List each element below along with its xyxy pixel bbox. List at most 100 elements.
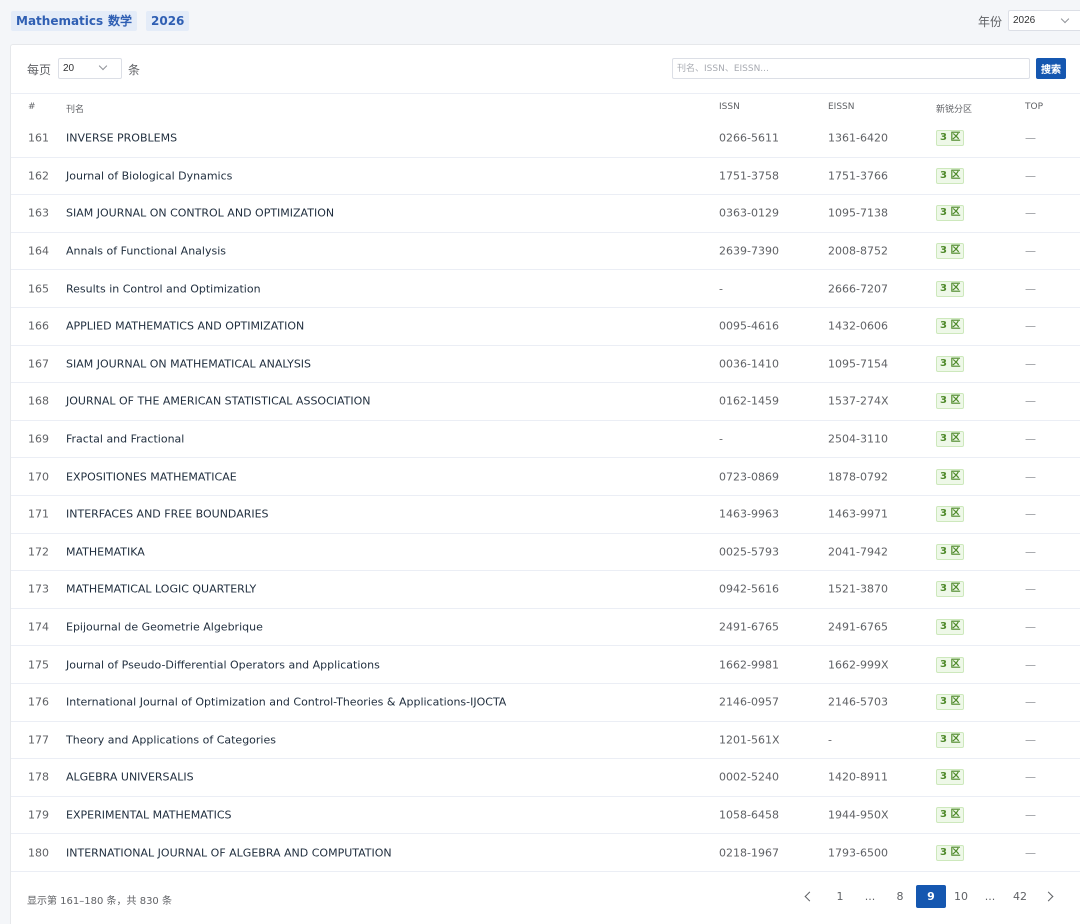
zone-badge: 3 区 xyxy=(936,543,965,560)
journal-name-link[interactable]: SIAM JOURNAL ON CONTROL AND OPTIMIZATION xyxy=(66,207,334,220)
page-button[interactable]: 42 xyxy=(1007,885,1033,908)
top-cell: — xyxy=(1025,846,1036,860)
prev-page-button[interactable] xyxy=(800,885,822,908)
journal-name-link[interactable]: INTERFACES AND FREE BOUNDARIES xyxy=(66,508,269,521)
zone-badge: 3 区 xyxy=(936,694,965,711)
row-index: 167 xyxy=(28,357,49,371)
table-row[interactable]: 169 Fractal and Fractional - 2504-3110 3 区 — xyxy=(11,421,1080,459)
per-page-label: 每页 xyxy=(27,63,52,77)
journal-name-link[interactable]: ALGEBRA UNIVERSALIS xyxy=(66,771,194,784)
top-cell: — xyxy=(1025,357,1036,371)
issn-cell: 0025-5793 xyxy=(719,545,779,559)
journal-name-link[interactable]: International Journal of Optimization an… xyxy=(66,696,506,709)
table-row[interactable]: 170 EXPOSITIONES MATHEMATICAE 0723-0869 187… xyxy=(11,458,1080,496)
next-page-button[interactable] xyxy=(1041,885,1063,908)
journal-name-link[interactable]: SIAM JOURNAL ON MATHEMATICAL ANALYSIS xyxy=(66,357,311,370)
issn-cell: 0266-5611 xyxy=(719,131,779,145)
table-row[interactable]: 174 Epijournal de Geometrie Algebrique 249… xyxy=(11,609,1080,647)
zone-badge: 3 区 xyxy=(936,167,965,184)
issn-cell: 1058-6458 xyxy=(719,808,779,822)
journal-name-link[interactable]: INTERNATIONAL JOURNAL OF ALGEBRA AND COM… xyxy=(66,846,392,859)
column-header-eissn[interactable]: EISSN xyxy=(828,102,855,112)
top-cell: — xyxy=(1025,545,1036,559)
table-row[interactable]: 179 EXPERIMENTAL MATHEMATICS 1058-6458 1944… xyxy=(11,797,1080,835)
table-row[interactable]: 165 Results in Control and Optimization - 2… xyxy=(11,270,1080,308)
table-row[interactable]: 171 INTERFACES AND FREE BOUNDARIES 1463-99… xyxy=(11,496,1080,534)
page-button-current[interactable]: 9 xyxy=(916,885,946,908)
journal-name-link[interactable]: JOURNAL OF THE AMERICAN STATISTICAL ASSO… xyxy=(66,395,371,408)
zone-badge: 3 区 xyxy=(936,130,965,147)
table-row[interactable]: 166 APPLIED MATHEMATICS AND OPTIMIZATION 0… xyxy=(11,308,1080,346)
table-row[interactable]: 173 MATHEMATICAL LOGIC QUARTERLY 0942-5616… xyxy=(11,571,1080,609)
table-row[interactable]: 177 Theory and Applications of Categories… xyxy=(11,722,1080,760)
row-index: 177 xyxy=(28,733,49,747)
issn-cell: 0723-0869 xyxy=(719,470,779,484)
page-button[interactable]: 8 xyxy=(889,885,911,908)
table-row[interactable]: 172 MATHEMATIKA 0025-5793 2041-7942 3 区 — xyxy=(11,534,1080,572)
top-cell: — xyxy=(1025,620,1036,634)
issn-cell: 2146-0957 xyxy=(719,695,779,709)
table-row[interactable]: 168 JOURNAL OF THE AMERICAN STATISTICAL A… xyxy=(11,383,1080,421)
journal-name-link[interactable]: MATHEMATICAL LOGIC QUARTERLY xyxy=(66,583,256,596)
column-header-top[interactable]: TOP xyxy=(1025,102,1043,112)
page-ellipsis[interactable]: ... xyxy=(979,885,1001,908)
top-cell: — xyxy=(1025,770,1036,784)
journal-name-link[interactable]: MATHEMATIKA xyxy=(66,545,145,558)
table-row[interactable]: 162 Journal of Biological Dynamics 1751-37… xyxy=(11,158,1080,196)
row-index: 175 xyxy=(28,658,49,672)
journal-name-link[interactable]: Fractal and Fractional xyxy=(66,433,184,446)
eissn-cell: 1878-0792 xyxy=(828,470,888,484)
table-row[interactable]: 161 INVERSE PROBLEMS 0266-5611 1361-6420 3 区… xyxy=(11,120,1080,158)
zone-badge: 3 区 xyxy=(936,280,965,297)
subject-cn-tag[interactable]: 数学 xyxy=(103,11,138,31)
journal-name-link[interactable]: Results in Control and Optimization xyxy=(66,282,261,295)
search-button[interactable]: 搜索 xyxy=(1036,58,1066,79)
table-row[interactable]: 178 ALGEBRA UNIVERSALIS 0002-5240 1420-8911… xyxy=(11,759,1080,797)
top-cell: — xyxy=(1025,432,1036,446)
page-ellipsis[interactable]: ... xyxy=(859,885,881,908)
issn-cell: 2491-6765 xyxy=(719,620,779,634)
zone-badge: 3 区 xyxy=(936,205,965,222)
page-button[interactable]: 1 xyxy=(829,885,851,908)
issn-cell: 1662-9981 xyxy=(719,658,779,672)
eissn-cell: 1751-3766 xyxy=(828,169,888,183)
row-index: 172 xyxy=(28,545,49,559)
search-input[interactable] xyxy=(672,58,1030,79)
page-button[interactable]: 10 xyxy=(949,885,973,908)
table-body: 161 INVERSE PROBLEMS 0266-5611 1361-6420 3 区… xyxy=(11,120,1080,872)
journal-name-link[interactable]: EXPOSITIONES MATHEMATICAE xyxy=(66,470,237,483)
journal-name-link[interactable]: Annals of Functional Analysis xyxy=(66,245,226,258)
eissn-cell: 2504-3110 xyxy=(828,432,888,446)
row-index: 168 xyxy=(28,394,49,408)
year-tag[interactable]: 2026 xyxy=(146,11,190,31)
table-row[interactable]: 163 SIAM JOURNAL ON CONTROL AND OPTIMIZAT… xyxy=(11,195,1080,233)
eissn-cell: 1463-9971 xyxy=(828,507,888,521)
per-page-select[interactable]: 20 xyxy=(58,58,122,79)
year-label: 年份 xyxy=(978,15,1003,29)
journal-name-link[interactable]: APPLIED MATHEMATICS AND OPTIMIZATION xyxy=(66,320,304,333)
column-header-issn[interactable]: ISSN xyxy=(719,102,740,112)
table-row[interactable]: 164 Annals of Functional Analysis 2639-739… xyxy=(11,233,1080,271)
year-select[interactable]: 2026 xyxy=(1008,10,1080,31)
journal-name-link[interactable]: Journal of Biological Dynamics xyxy=(66,169,232,182)
journal-name-link[interactable]: Theory and Applications of Categories xyxy=(66,733,276,746)
issn-cell: 0095-4616 xyxy=(719,319,779,333)
eissn-cell: 1095-7154 xyxy=(828,357,888,371)
table-row[interactable]: 175 Journal of Pseudo-Differential Operat… xyxy=(11,646,1080,684)
zone-badge: 3 区 xyxy=(936,431,965,448)
eissn-cell: 1420-8911 xyxy=(828,770,888,784)
column-header-zone[interactable]: 新锐分区 xyxy=(936,102,972,115)
journal-name-link[interactable]: EXPERIMENTAL MATHEMATICS xyxy=(66,808,232,821)
top-cell: — xyxy=(1025,733,1036,747)
eissn-cell: 1095-7138 xyxy=(828,206,888,220)
subject-tag[interactable]: Mathematics xyxy=(11,11,109,31)
zone-badge: 3 区 xyxy=(936,731,965,748)
journal-name-link[interactable]: Journal of Pseudo-Differential Operators… xyxy=(66,658,380,671)
issn-cell: 0218-1967 xyxy=(719,846,779,860)
journal-name-link[interactable]: INVERSE PROBLEMS xyxy=(66,132,177,145)
journal-name-link[interactable]: Epijournal de Geometrie Algebrique xyxy=(66,621,263,634)
table-row[interactable]: 167 SIAM JOURNAL ON MATHEMATICAL ANALYSIS… xyxy=(11,346,1080,384)
table-row[interactable]: 176 International Journal of Optimization… xyxy=(11,684,1080,722)
table-footer: 显示第 161–180 条，共 830 条 1 ... 8 9 10 ... 4… xyxy=(11,873,1080,924)
table-row[interactable]: 180 INTERNATIONAL JOURNAL OF ALGEBRA AND … xyxy=(11,834,1080,872)
